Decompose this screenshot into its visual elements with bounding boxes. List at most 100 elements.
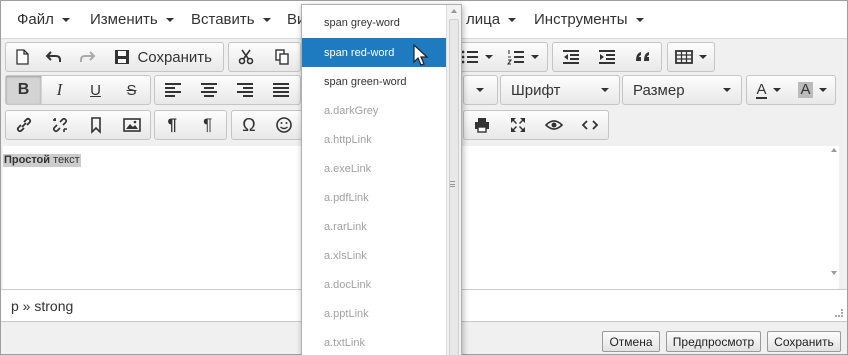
new-document-button[interactable]	[6, 43, 38, 71]
print-button[interactable]	[464, 111, 500, 139]
bullet-list-icon	[461, 50, 478, 64]
numbered-list-button[interactable]	[500, 43, 546, 71]
undo-button[interactable]	[38, 43, 70, 71]
toolbar-group-insert	[5, 110, 151, 140]
chevron-down-icon	[698, 55, 707, 59]
toolbar-group-indent	[552, 42, 662, 72]
menu-table[interactable]: лица	[466, 11, 517, 28]
numbered-list-icon	[506, 50, 524, 65]
bold-text: Простой	[4, 154, 51, 166]
scrollbar-thumb[interactable]	[449, 19, 459, 355]
dropdown-scrollbar[interactable]	[446, 5, 461, 355]
cancel-button[interactable]: Отмена	[602, 331, 660, 352]
toolbar-group-view	[463, 110, 609, 140]
chevron-down-icon	[723, 88, 731, 92]
scroll-up-icon	[451, 9, 457, 13]
resize-handle-icon[interactable]	[835, 309, 843, 317]
align-left-icon	[164, 83, 181, 97]
strikethrough-button[interactable]: S	[114, 76, 150, 104]
link-icon	[16, 117, 31, 133]
align-left-button[interactable]	[155, 76, 191, 104]
format-item-pdflink[interactable]: a.pdfLink	[302, 183, 448, 212]
background-color-button[interactable]: A	[791, 76, 835, 104]
fullscreen-button[interactable]	[500, 111, 536, 139]
menu-tools[interactable]: Инструменты	[534, 11, 644, 28]
outdent-button[interactable]	[553, 43, 589, 71]
mouse-cursor-icon	[413, 44, 429, 66]
text-color-icon: A	[756, 80, 767, 99]
content-scrollbar[interactable]	[830, 146, 839, 289]
fullscreen-icon	[510, 118, 525, 132]
indent-button[interactable]	[589, 43, 625, 71]
source-code-button[interactable]	[572, 111, 608, 139]
invisible-chars-button[interactable]: ¶	[191, 111, 227, 139]
italic-button[interactable]: I	[42, 76, 78, 104]
save-button[interactable]: Сохранить	[103, 43, 223, 71]
menu-edit[interactable]: Изменить	[90, 11, 174, 28]
menu-file[interactable]: Файл	[17, 11, 70, 28]
italic-icon: I	[56, 80, 63, 99]
chevron-down-icon	[772, 88, 781, 92]
insert-image-button[interactable]	[114, 111, 150, 139]
align-right-button[interactable]	[227, 76, 263, 104]
font-family-select[interactable]: Шрифт	[500, 75, 620, 105]
font-family-label: Шрифт	[511, 81, 561, 99]
save-icon	[115, 50, 130, 64]
align-center-icon	[200, 83, 217, 97]
copy-icon	[275, 49, 289, 65]
code-icon	[581, 120, 598, 130]
insert-link-button[interactable]	[6, 111, 42, 139]
copy-button[interactable]	[265, 43, 301, 71]
formats-dropdown-button[interactable]	[464, 76, 497, 104]
toolbar-group-file: Сохранить	[5, 42, 224, 72]
table-button[interactable]	[668, 43, 714, 71]
bold-icon: B	[17, 81, 30, 98]
menu-insert[interactable]: Вставить	[191, 11, 271, 28]
format-item-pptlink[interactable]: a.pptLink	[302, 299, 448, 328]
format-item-darkgrey[interactable]: a.darkGrey	[302, 96, 448, 125]
format-item-green-word[interactable]: span green-word	[302, 67, 448, 96]
preview-footer-button[interactable]: Предпросмотр	[666, 331, 761, 352]
scissors-icon	[238, 49, 254, 65]
redo-icon	[79, 51, 96, 62]
align-center-button[interactable]	[191, 76, 227, 104]
bold-button[interactable]: B	[6, 76, 42, 104]
redo-button[interactable]	[71, 43, 103, 71]
printer-icon	[474, 118, 489, 133]
format-item-rarlink[interactable]: a.rarLink	[302, 212, 448, 241]
format-item-txtlink[interactable]: a.txtLink	[302, 328, 448, 355]
scroll-up-icon	[831, 148, 837, 152]
format-item-exelink[interactable]: a.exeLink	[302, 154, 448, 183]
cut-button[interactable]	[229, 43, 265, 71]
strikethrough-icon: S	[126, 81, 137, 99]
save-footer-button[interactable]: Сохранить	[767, 331, 841, 352]
anchor-button[interactable]	[78, 111, 114, 139]
format-item-grey-word[interactable]: span grey-word	[302, 8, 448, 37]
preview-button[interactable]	[536, 111, 572, 139]
menu-insert-label: Вставить	[191, 11, 255, 28]
emoticons-button[interactable]	[267, 111, 302, 139]
align-right-icon	[236, 83, 253, 97]
format-item-httplink[interactable]: a.httpLink	[302, 125, 448, 154]
format-item-xlslink[interactable]: a.xlsLink	[302, 241, 448, 270]
blockquote-button[interactable]	[625, 43, 661, 71]
toolbar-group-lists	[453, 42, 548, 72]
format-item-doclink[interactable]: a.docLink	[302, 270, 448, 299]
font-size-label: Размер	[633, 81, 685, 99]
smiley-icon	[276, 117, 292, 133]
special-char-button[interactable]: Ω	[232, 111, 267, 139]
align-justify-button[interactable]	[263, 76, 299, 104]
selected-text[interactable]: Простой текст	[3, 154, 81, 167]
underline-button[interactable]: U	[78, 76, 114, 104]
text-color-button[interactable]: A	[747, 76, 791, 104]
font-size-select[interactable]: Размер	[622, 75, 742, 105]
align-justify-icon	[272, 83, 289, 97]
show-blocks-button[interactable]: ¶	[155, 111, 191, 139]
chevron-down-icon	[635, 17, 644, 22]
unlink-button[interactable]	[42, 111, 78, 139]
undo-icon	[45, 51, 62, 62]
toolbar-group-format: B I U S	[5, 75, 151, 105]
element-path[interactable]: p » strong	[11, 298, 73, 314]
save-button-label: Сохранить	[137, 48, 212, 66]
chevron-down-icon	[818, 88, 827, 92]
